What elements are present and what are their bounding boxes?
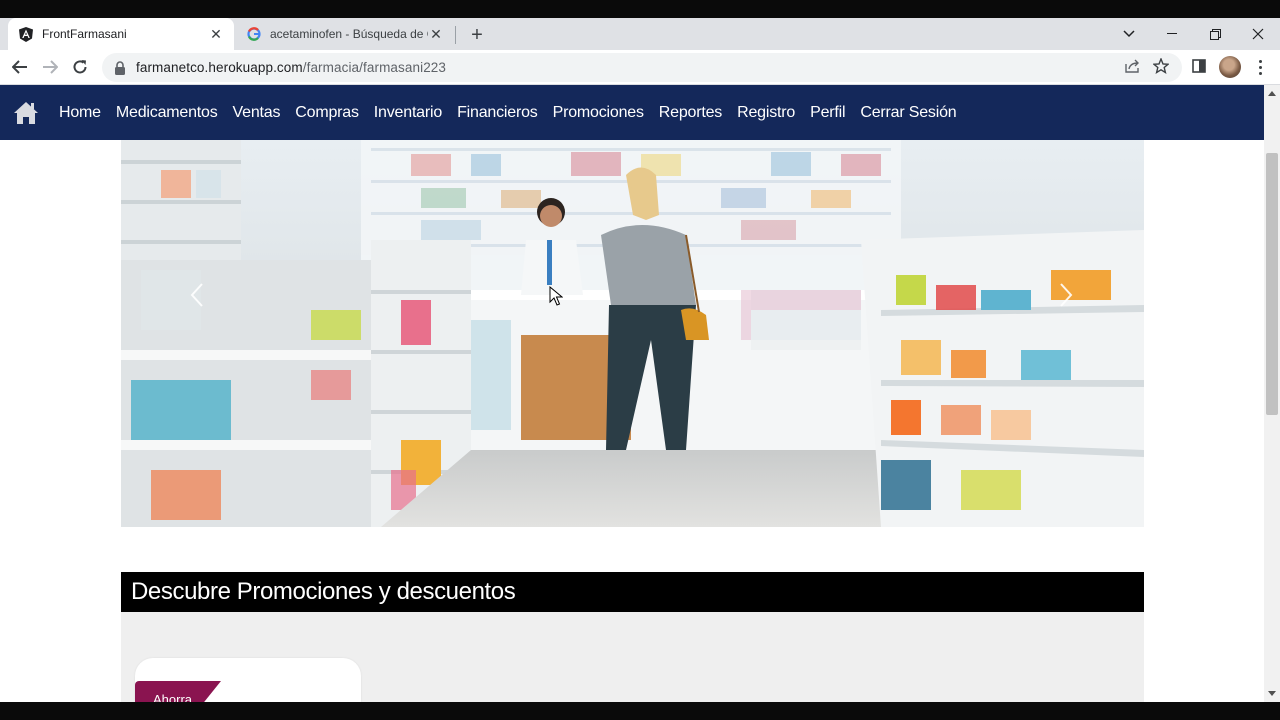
minimize-icon[interactable] [1150,18,1194,50]
scroll-thumb[interactable] [1266,153,1278,415]
back-arrow-icon[interactable] [7,54,33,80]
tab-title: acetaminofen - Búsqueda de Goo [270,27,428,41]
url-path: /farmacia/farmasani223 [302,60,447,75]
url-text: farmanetco.herokuapp.com/farmacia/farmas… [136,60,446,75]
nav-medicamentos[interactable]: Medicamentos [116,104,218,122]
tab-google-search[interactable]: acetaminofen - Búsqueda de Goo ✕ [236,18,454,50]
nav-compras[interactable]: Compras [295,104,359,122]
mouse-cursor-icon [549,286,563,306]
promotions-title: Descubre Promociones y descuentos [131,578,516,605]
promotions-section: Ahorra [121,612,1144,702]
scroll-up-arrow-icon[interactable] [1268,91,1276,96]
tab-search-chevron-icon[interactable] [1107,18,1151,50]
hero-carousel[interactable] [121,140,1144,527]
nav-reportes[interactable]: Reportes [659,104,723,122]
main-navbar: Home Medicamentos Ventas Compras Inventa… [0,85,1264,140]
reload-icon[interactable] [67,54,93,80]
promo-ribbon-label: Ahorra [153,692,193,702]
screen-top-border [0,0,1280,18]
nav-inventario[interactable]: Inventario [374,104,442,122]
close-icon[interactable]: ✕ [428,26,444,42]
nav-financieros[interactable]: Financieros [457,104,538,122]
home-icon[interactable] [13,100,39,126]
promotions-header: Descubre Promociones y descuentos [121,572,1144,612]
tab-frontfarmasani[interactable]: FrontFarmasani ✕ [8,18,234,50]
nav-ventas[interactable]: Ventas [233,104,281,122]
promotion-card[interactable]: Ahorra [135,658,361,702]
close-window-icon[interactable] [1236,18,1280,50]
nav-perfil[interactable]: Perfil [810,104,845,122]
nav-promociones[interactable]: Promociones [553,104,644,122]
promo-ribbon: Ahorra [135,681,221,702]
tab-title: FrontFarmasani [42,27,127,41]
new-tab-icon[interactable]: + [466,24,488,46]
google-icon [246,26,262,42]
menu-kebab-icon[interactable] [1250,56,1270,78]
nav-home[interactable]: Home [59,104,101,122]
address-bar[interactable]: farmanetco.herokuapp.com/farmacia/farmas… [102,53,1182,82]
scroll-down-arrow-icon[interactable] [1268,691,1276,696]
profile-avatar[interactable] [1219,56,1241,78]
share-icon[interactable] [1123,57,1141,75]
page-scrollbar[interactable] [1264,85,1280,702]
chevron-right-icon[interactable] [1051,275,1081,315]
restore-icon[interactable] [1193,18,1237,50]
screen-bottom-border [0,702,1280,720]
web-page: Home Medicamentos Ventas Compras Inventa… [0,85,1264,702]
url-host: farmanetco.herokuapp.com [136,60,303,75]
lock-icon [115,60,125,75]
nav-registro[interactable]: Registro [737,104,795,122]
bookmark-star-icon[interactable] [1152,57,1170,75]
nav-cerrar-sesion[interactable]: Cerrar Sesión [860,104,956,122]
side-panel-icon[interactable] [1190,57,1208,75]
chevron-left-icon[interactable] [182,275,212,315]
forward-arrow-icon[interactable] [37,54,63,80]
browser-toolbar: farmanetco.herokuapp.com/farmacia/farmas… [0,50,1280,85]
angular-icon [18,26,34,42]
tab-separator [455,26,456,44]
pharmacy-scene-image [121,140,1144,527]
browser-tabstrip: FrontFarmasani ✕ acetaminofen - Búsqueda… [0,18,1280,50]
close-icon[interactable]: ✕ [208,26,224,42]
